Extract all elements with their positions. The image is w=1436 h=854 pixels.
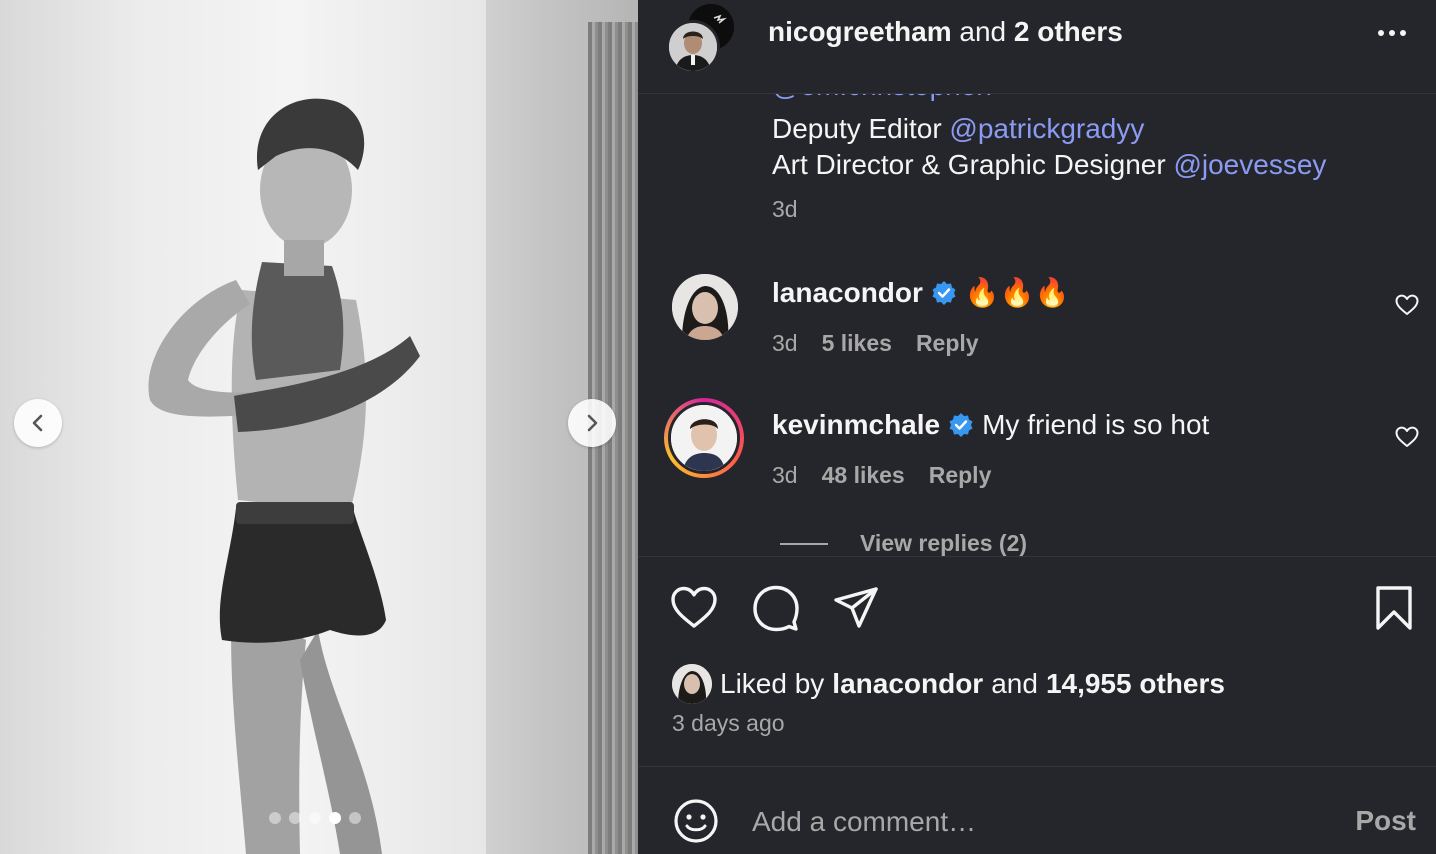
chevron-right-icon [587, 414, 598, 432]
more-dot [1378, 30, 1384, 36]
carousel-dot [269, 812, 281, 824]
reply-button[interactable]: Reply [916, 330, 979, 357]
comment-icon [753, 585, 799, 632]
save-button[interactable] [1368, 582, 1420, 634]
avatar-image [672, 274, 738, 340]
verified-badge-icon [932, 281, 956, 305]
like-button[interactable] [668, 582, 720, 634]
avatar[interactable] [672, 664, 712, 704]
divider [638, 556, 1436, 557]
caption-line: Art Director & Graphic Designer @joevess… [772, 148, 1326, 182]
post-detail-panel: @em.christopherr Deputy Editor @patrickg… [638, 0, 1436, 854]
post-photo [0, 0, 638, 854]
comment-input[interactable] [752, 801, 1332, 843]
comment-line: lanacondor 🔥🔥🔥 [772, 276, 1070, 310]
carousel-dot [349, 812, 361, 824]
post-comment-button[interactable]: Post [1355, 805, 1416, 837]
avatar-image [669, 23, 717, 71]
author-joiner: and [951, 16, 1014, 47]
avatar-image [672, 664, 712, 704]
bookmark-icon [1376, 586, 1412, 630]
add-comment-bar: Post [638, 767, 1436, 854]
comment-timestamp[interactable]: 3d [772, 462, 798, 489]
avatar [666, 20, 720, 74]
likes-joiner: and [991, 668, 1038, 699]
caption-timestamp[interactable]: 3d [772, 196, 798, 223]
comment-username[interactable]: lanacondor [772, 276, 923, 310]
emoji-icon[interactable] [672, 797, 720, 845]
post-header: nicogreetham and 2 others [638, 0, 1436, 94]
more-options-button[interactable] [1372, 20, 1412, 46]
likes-user-link[interactable]: lanacondor [832, 668, 983, 700]
comment-username[interactable]: kevinmchale [772, 408, 940, 442]
post-author-title: nicogreetham and 2 others [768, 16, 1123, 48]
carousel-indicators [269, 812, 361, 824]
collaborators-link[interactable]: 2 others [1014, 16, 1123, 47]
more-dot [1389, 30, 1395, 36]
more-dot [1400, 30, 1406, 36]
chevron-left-icon [32, 414, 43, 432]
likes-prefix: Liked by [720, 668, 825, 699]
likes-others-link[interactable]: 14,955 others [1046, 668, 1225, 700]
avatar-image [671, 405, 737, 471]
reply-button[interactable]: Reply [929, 462, 992, 489]
comment-likes-count[interactable]: 48 likes [822, 462, 905, 489]
post-date[interactable]: 3 days ago [672, 710, 785, 737]
carousel-next-button[interactable] [568, 399, 616, 447]
comment-button[interactable] [750, 582, 802, 634]
photo-figure [148, 98, 420, 854]
view-replies-label: View replies (2) [860, 530, 1028, 556]
comment-timestamp[interactable]: 3d [772, 330, 798, 357]
share-button[interactable] [830, 582, 882, 634]
caption-mention[interactable]: @joevessey [1173, 149, 1326, 180]
verified-badge-icon [949, 413, 973, 437]
comment-line: kevinmchale My friend is so hot [772, 408, 1209, 442]
paper-plane-icon [834, 587, 878, 628]
comment-meta: 3d 48 likes Reply [772, 462, 991, 489]
heart-icon [671, 586, 717, 628]
view-replies-line [780, 542, 828, 545]
caption-line-text: Deputy Editor [772, 113, 950, 144]
comment-text: My friend is so hot [982, 409, 1210, 440]
carousel-dot [289, 812, 301, 824]
comment-likes-count[interactable]: 5 likes [822, 330, 892, 357]
caption-line-text: Art Director & Graphic Designer [772, 149, 1174, 180]
avatar [668, 402, 740, 474]
comment-like-heart-icon[interactable] [1394, 424, 1420, 450]
comment-meta: 3d 5 likes Reply [772, 330, 979, 357]
carousel-prev-button[interactable] [14, 399, 62, 447]
view-replies-button[interactable]: View replies (2) [780, 530, 1027, 556]
carousel-dot [309, 812, 321, 824]
caption-line: Deputy Editor @patrickgradyy [772, 112, 1144, 146]
post-actions [638, 582, 1436, 638]
carousel-dot [329, 812, 341, 824]
comment-text: 🔥🔥🔥 [964, 277, 1070, 308]
author-username[interactable]: nicogreetham [768, 16, 952, 47]
caption-mention[interactable]: @patrickgradyy [949, 113, 1144, 144]
avatar[interactable] [672, 274, 738, 340]
collab-avatars[interactable] [666, 4, 738, 74]
avatar-story-ring[interactable] [664, 398, 744, 478]
likes-summary: Liked by lanacondor and 14,955 others [672, 664, 1225, 704]
comment-like-heart-icon[interactable] [1394, 292, 1420, 318]
